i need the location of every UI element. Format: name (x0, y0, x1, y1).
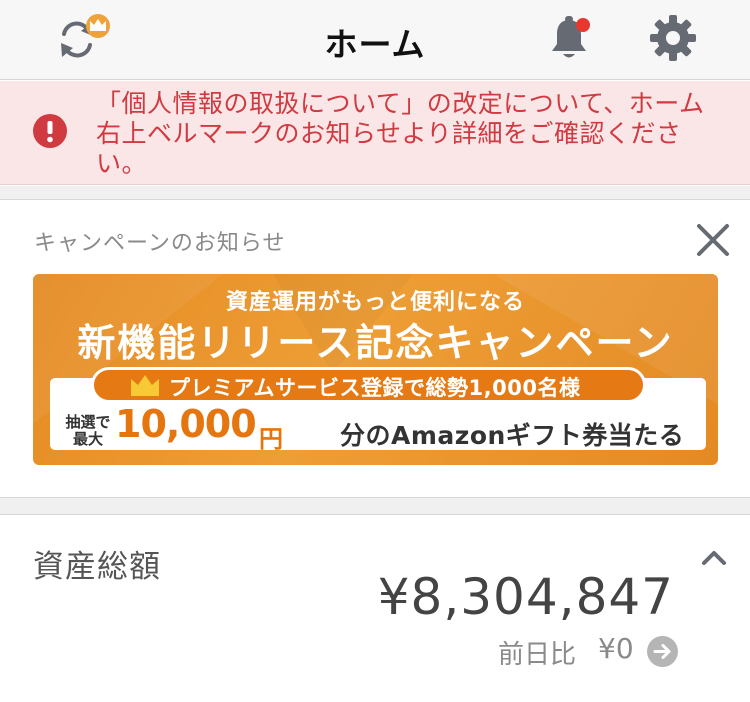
day-change-label: 前日比 (498, 640, 577, 670)
gear-icon (650, 15, 696, 61)
total-assets-section: 資産総額 ¥8,304,847 前日比 ¥0 (0, 516, 750, 702)
campaign-section: キャンペーンのお知らせ 資産運用がもっと便利になる 新機能リリース記念キャンペー… (0, 201, 750, 497)
campaign-label: キャンペーンのお知らせ (34, 231, 286, 256)
section-divider (0, 186, 750, 200)
total-assets-value: ¥8,304,847 (377, 568, 674, 626)
day-change-value: ¥0 (598, 632, 634, 665)
total-assets-label: 資産総額 (33, 549, 161, 585)
alert-icon (33, 114, 67, 148)
settings-button[interactable] (648, 13, 698, 63)
banner-lottery-note: 抽選で 最大 (58, 414, 118, 448)
banner-yen: 円 (259, 425, 283, 453)
section-divider (0, 497, 750, 515)
close-icon (697, 224, 729, 256)
arrow-right-circle-icon (647, 636, 678, 667)
bell-icon (552, 16, 590, 58)
banner-amount: 10,000 (115, 402, 257, 446)
notifications-button[interactable] (548, 14, 594, 62)
banner-prize-text: 分のAmazonギフト券当たる (340, 421, 685, 450)
crown-icon (131, 375, 159, 396)
campaign-banner[interactable]: 資産運用がもっと便利になる 新機能リリース記念キャンペーン プレミアムサービス登… (33, 274, 718, 465)
day-change-detail-button[interactable] (647, 636, 678, 667)
banner-lottery-top: 抽選で (65, 413, 111, 431)
app-header: ホーム (0, 0, 750, 80)
chevron-up-icon (702, 551, 726, 565)
banner-lottery-bottom: 最大 (72, 430, 103, 448)
collapse-button[interactable] (700, 548, 728, 568)
banner-pill-text: プレミアムサービス登録で総勢1,000名様 (169, 376, 581, 400)
page-title: ホーム (324, 25, 426, 64)
alert-message: 「個人情報の取扱について」の改定について、ホーム右上ベルマークのお知らせより詳細… (96, 89, 705, 178)
campaign-close-button[interactable] (694, 221, 732, 259)
banner-title: 新機能リリース記念キャンペーン (77, 321, 674, 365)
privacy-policy-alert[interactable]: 「個人情報の取扱について」の改定について、ホーム右上ベルマークのお知らせより詳細… (0, 81, 750, 185)
